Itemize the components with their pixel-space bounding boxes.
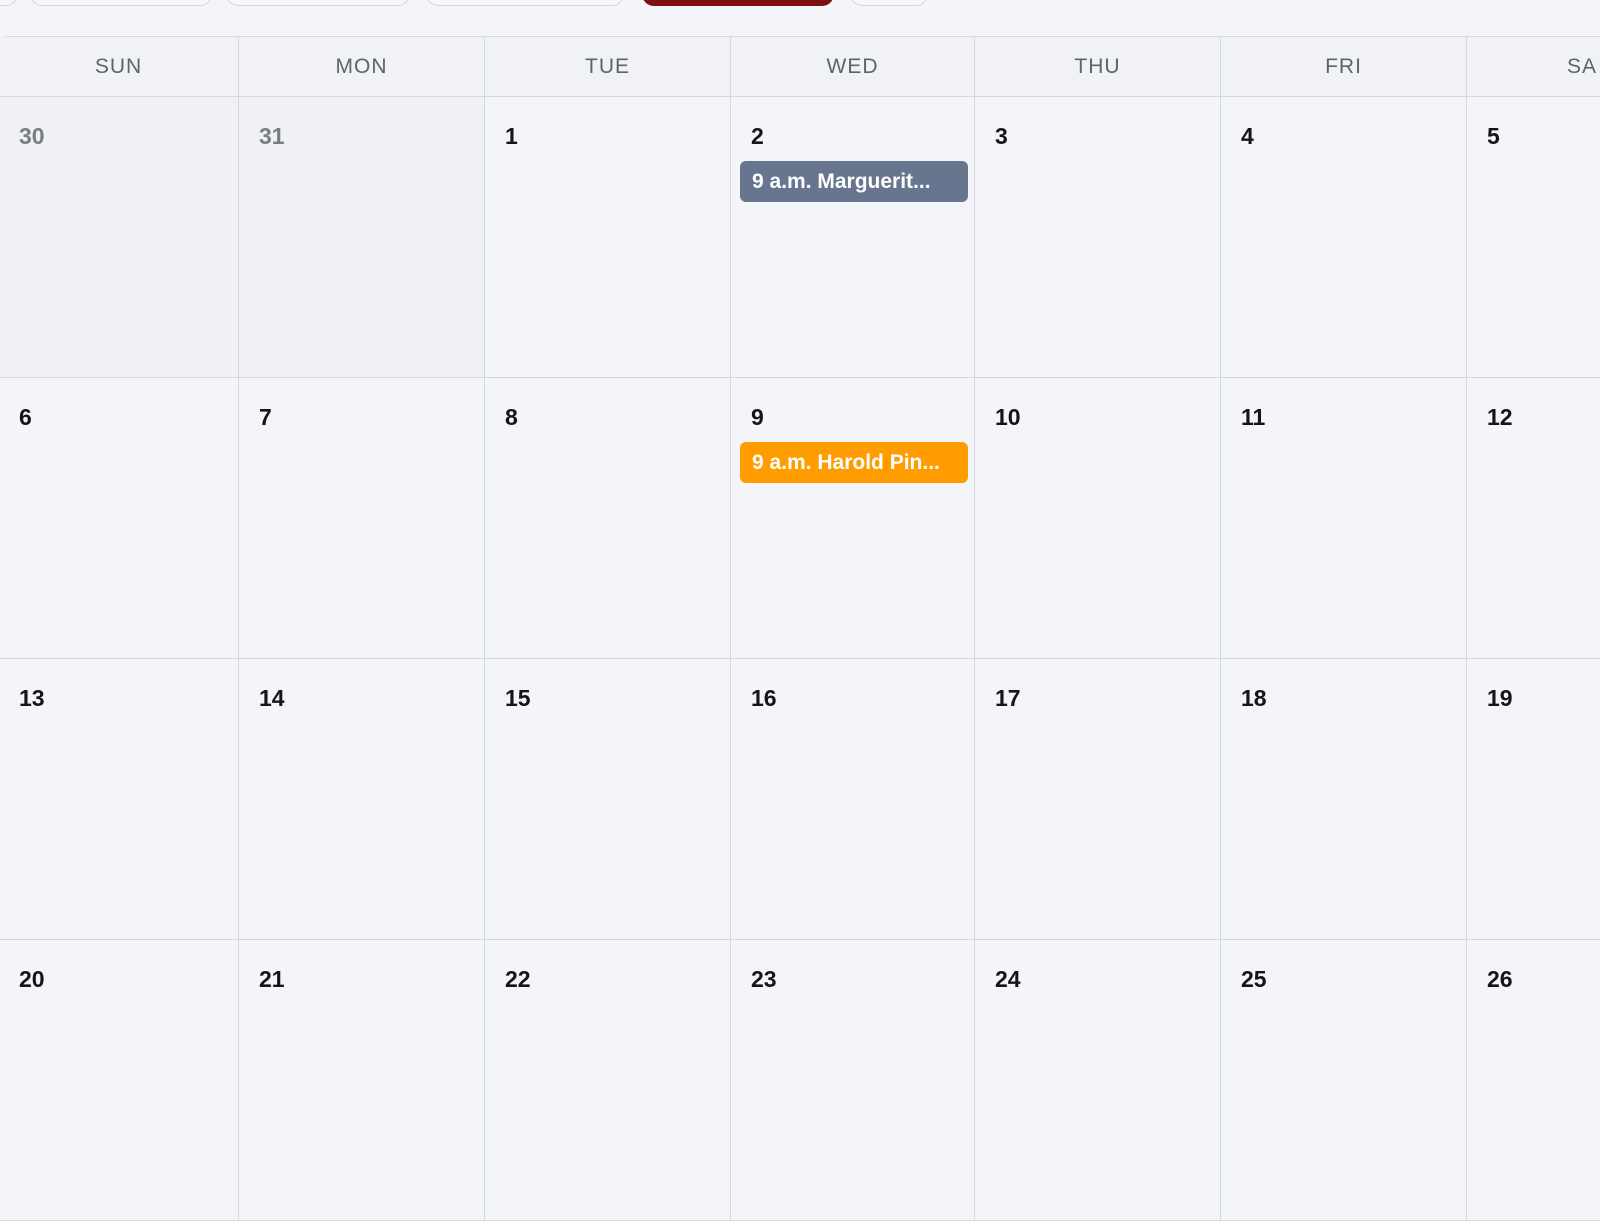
weekday-label-sa: SA [1567, 54, 1598, 78]
day-cell[interactable]: 23 [731, 940, 975, 1220]
toolbar-button[interactable] [226, 0, 410, 6]
day-number: 13 [19, 685, 45, 711]
day-number: 9 [751, 404, 764, 430]
day-number: 31 [259, 123, 285, 149]
day-cell[interactable]: 6 [0, 378, 239, 658]
week-row: 30 31 1 2 9 a.m. Marguerit... 3 4 5 [0, 97, 1600, 378]
day-cell[interactable]: 13 [0, 659, 239, 939]
day-cell[interactable]: 17 [975, 659, 1221, 939]
week-row: 6 7 8 9 9 a.m. Harold Pin... 10 11 12 [0, 378, 1600, 659]
day-cell[interactable]: 19 [1467, 659, 1600, 939]
month-grid: 30 31 1 2 9 a.m. Marguerit... 3 4 5 6 7 8 9 9 a.m. H… [0, 97, 1600, 1221]
day-cell[interactable]: 11 [1221, 378, 1467, 658]
day-number: 24 [995, 966, 1021, 992]
day-number: 20 [19, 966, 45, 992]
week-row: 13 14 15 16 17 18 19 [0, 659, 1600, 940]
toolbar-button[interactable] [850, 0, 928, 6]
day-number: 2 [751, 123, 764, 149]
weekday-label-thu: THU [975, 37, 1221, 96]
day-cell[interactable]: 8 [485, 378, 731, 658]
day-number: 17 [995, 685, 1021, 711]
day-cell[interactable]: 20 [0, 940, 239, 1220]
day-number: 7 [259, 404, 272, 430]
day-number: 14 [259, 685, 285, 711]
day-cell[interactable]: 4 [1221, 97, 1467, 377]
weekday-label-mon: MON [239, 37, 485, 96]
day-number: 1 [505, 123, 518, 149]
day-cell[interactable]: 24 [975, 940, 1221, 1220]
active-view-button[interactable] [642, 0, 834, 6]
day-number: 23 [751, 966, 777, 992]
day-cell[interactable]: 12 [1467, 378, 1600, 658]
weekday-label-fri: FRI [1221, 37, 1467, 96]
view-toolbar [0, 0, 1600, 36]
weekday-label-sun: SUN [0, 37, 239, 96]
day-number: 30 [19, 123, 45, 149]
day-number: 8 [505, 404, 518, 430]
day-number: 6 [19, 404, 32, 430]
day-number: 21 [259, 966, 285, 992]
day-cell[interactable]: 26 [1467, 940, 1600, 1220]
day-number: 15 [505, 685, 531, 711]
day-cell[interactable]: 5 [1467, 97, 1600, 377]
day-number: 12 [1487, 404, 1513, 430]
day-cell[interactable]: 30 [0, 97, 239, 377]
day-number: 3 [995, 123, 1008, 149]
day-cell[interactable]: 18 [1221, 659, 1467, 939]
day-number: 4 [1241, 123, 1254, 149]
day-cell[interactable]: 1 [485, 97, 731, 377]
toolbar-button[interactable] [0, 0, 18, 6]
toolbar-button[interactable] [426, 0, 624, 6]
day-cell[interactable]: 3 [975, 97, 1221, 377]
toolbar-button[interactable] [30, 0, 212, 6]
day-number: 19 [1487, 685, 1513, 711]
day-number: 5 [1487, 123, 1500, 149]
calendar-event[interactable]: 9 a.m. Harold Pin... [740, 442, 968, 483]
day-number: 26 [1487, 966, 1513, 992]
day-cell[interactable]: 9 9 a.m. Harold Pin... [731, 378, 975, 658]
day-number: 22 [505, 966, 531, 992]
day-cell[interactable]: 22 [485, 940, 731, 1220]
calendar-event[interactable]: 9 a.m. Marguerit... [740, 161, 968, 202]
weekday-label-wed: WED [731, 37, 975, 96]
day-number: 10 [995, 404, 1021, 430]
day-cell[interactable]: 10 [975, 378, 1221, 658]
day-number: 11 [1241, 404, 1266, 430]
month-calendar: SUN MON TUE WED THU FRI SA 30 31 1 2 9 a.m. Margue… [0, 36, 1600, 1221]
day-cell[interactable]: 25 [1221, 940, 1467, 1220]
day-cell[interactable]: 2 9 a.m. Marguerit... [731, 97, 975, 377]
day-cell[interactable]: 7 [239, 378, 485, 658]
day-number: 18 [1241, 685, 1267, 711]
day-cell[interactable]: 16 [731, 659, 975, 939]
day-cell[interactable]: 21 [239, 940, 485, 1220]
day-cell[interactable]: 31 [239, 97, 485, 377]
day-cell[interactable]: 15 [485, 659, 731, 939]
day-number: 25 [1241, 966, 1267, 992]
day-cell[interactable]: 14 [239, 659, 485, 939]
day-number: 16 [751, 685, 777, 711]
weekday-header: SUN MON TUE WED THU FRI SA [0, 37, 1600, 97]
week-row: 20 21 22 23 24 25 26 [0, 940, 1600, 1221]
weekday-label-tue: TUE [485, 37, 731, 96]
